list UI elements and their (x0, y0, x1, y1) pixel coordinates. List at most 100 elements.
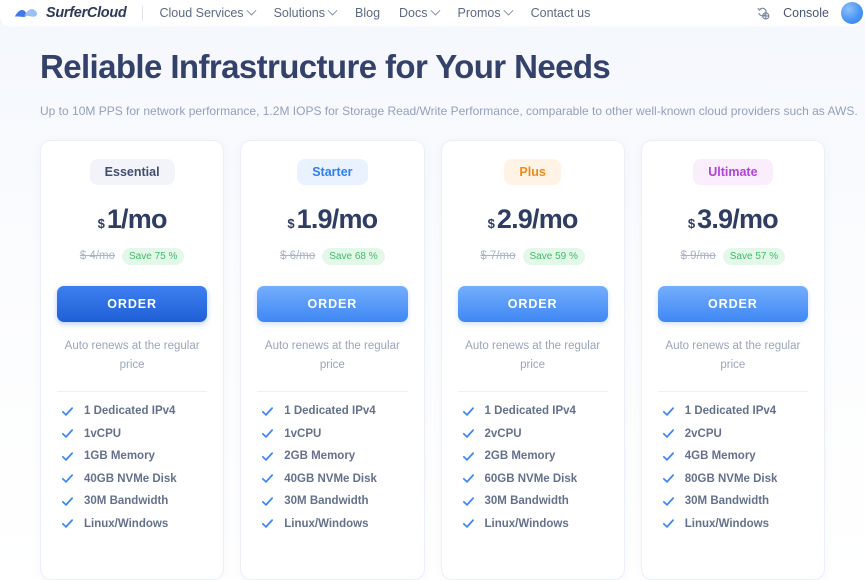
brand-logo-link[interactable]: SurferCloud (14, 5, 127, 21)
check-icon (462, 405, 475, 418)
save-badge: Save 75 % (122, 247, 185, 265)
currency-symbol: $ (687, 215, 696, 231)
list-item: 2vCPU (462, 427, 608, 440)
save-badge: Save 59 % (522, 247, 585, 265)
old-price: $ 6/mo (280, 250, 316, 263)
price-amount: 3.9/mo (697, 203, 779, 234)
check-icon (462, 450, 475, 463)
feature-label: 30M Bandwidth (484, 495, 569, 508)
currency-symbol: $ (97, 215, 105, 231)
feature-label: 2GB Memory (484, 450, 556, 463)
feature-label: 60GB NVMe Disk (484, 472, 578, 485)
plan-badge: Starter (297, 158, 368, 185)
page-title: Reliable Infrastructure for Your Needs (40, 48, 611, 85)
plan-discount-row: $ 4/mo Save 75 % (79, 247, 185, 265)
list-item: 40GB NVMe Disk (61, 472, 207, 485)
check-icon (61, 472, 74, 485)
feature-label: 30M Bandwidth (284, 495, 369, 508)
save-badge: Save 57 % (722, 247, 786, 265)
plan-price: $ 1.9/mo (287, 203, 379, 235)
pricing-cards: Essential $ 1/mo $ 4/mo Save 75 % ORDER … (0, 120, 865, 580)
nav-item-cloud-services[interactable]: Cloud Services (159, 5, 257, 20)
list-item: Linux/Windows (61, 517, 207, 530)
check-icon (462, 427, 475, 440)
hero-section: Reliable Infrastructure for Your Needs U… (0, 26, 865, 120)
nav-item-label: Solutions (273, 6, 325, 20)
check-icon (462, 472, 475, 485)
check-icon (61, 495, 74, 508)
nav-item-contact-us[interactable]: Contact us (531, 6, 591, 20)
order-button[interactable]: ORDER (657, 285, 808, 322)
old-price: $ 4/mo (79, 250, 116, 263)
feature-label: Linux/Windows (684, 517, 769, 530)
plan-price: $ 2.9/mo (487, 204, 579, 235)
list-item: Linux/Windows (261, 517, 407, 530)
auto-renew-note: Auto renews at the regular price (64, 339, 200, 371)
order-button[interactable]: ORDER (57, 285, 208, 322)
list-item: 30M Bandwidth (261, 495, 407, 508)
feature-label: 30M Bandwidth (684, 495, 770, 508)
nav-item-docs[interactable]: Docs (399, 5, 440, 20)
auto-renew-note: Auto renews at the regular price (665, 339, 801, 371)
currency-symbol: $ (287, 215, 295, 231)
chevron-down-icon (503, 5, 514, 16)
feature-label: Linux/Windows (484, 517, 569, 530)
feature-list: 1 Dedicated IPv4 1vCPU 2GB Memory 40GB N… (257, 405, 407, 531)
check-icon (261, 517, 274, 530)
plan-price: $ 3.9/mo (687, 203, 779, 235)
list-item: 30M Bandwidth (61, 495, 207, 508)
feature-list: 1 Dedicated IPv4 2vCPU 4GB Memory 80GB N… (658, 405, 808, 531)
old-price: $ 7/mo (480, 250, 516, 263)
list-item: 60GB NVMe Disk (462, 472, 608, 485)
check-icon (61, 517, 74, 530)
brand-name: SurferCloud (46, 5, 127, 21)
card-divider (457, 390, 608, 392)
nav-item-promos[interactable]: Promos (458, 5, 514, 20)
nav-item-label: Blog (355, 6, 381, 20)
check-icon (662, 427, 675, 440)
list-item: 1vCPU (261, 427, 407, 440)
check-icon (462, 495, 475, 508)
console-link[interactable]: Console (783, 6, 829, 20)
price-amount: 1.9/mo (296, 203, 379, 234)
feature-label: 1 Dedicated IPv4 (684, 405, 777, 418)
list-item: 80GB NVMe Disk (662, 472, 808, 485)
order-button[interactable]: ORDER (457, 285, 608, 322)
nav-item-label: Docs (399, 6, 428, 20)
check-icon (61, 450, 74, 463)
list-item: 1 Dedicated IPv4 (261, 405, 407, 418)
feature-list: 1 Dedicated IPv4 2vCPU 2GB Memory 60GB N… (458, 405, 608, 531)
plan-badge: Ultimate (693, 158, 773, 185)
nav-divider (142, 5, 144, 21)
check-icon (261, 450, 274, 463)
currency-symbol: $ (487, 215, 495, 231)
check-icon (261, 405, 274, 418)
order-button[interactable]: ORDER (257, 285, 408, 322)
auto-renew-note: Auto renews at the regular price (465, 339, 601, 371)
nav-item-solutions[interactable]: Solutions (273, 5, 338, 20)
plan-badge: Plus (504, 158, 561, 185)
user-avatar[interactable] (841, 2, 863, 24)
nav-right-group: Console (756, 2, 863, 24)
globe-translate-icon[interactable] (756, 6, 771, 21)
pricing-card-plus: Plus $ 2.9/mo $ 7/mo Save 59 % ORDER Aut… (440, 139, 625, 580)
feature-label: 80GB NVMe Disk (684, 472, 778, 485)
card-divider (257, 390, 408, 392)
check-icon (662, 472, 675, 485)
top-navigation-bar: SurferCloud Cloud Services Solutions Blo… (0, 0, 865, 26)
feature-label: 1 Dedicated IPv4 (484, 405, 576, 418)
feature-label: 1GB Memory (84, 450, 155, 463)
plan-price: $ 1/mo (97, 204, 168, 235)
page-subtitle: Up to 10M PPS for network performance, 1… (40, 103, 858, 118)
card-divider (57, 390, 208, 392)
nav-item-blog[interactable]: Blog (355, 6, 380, 20)
list-item: 1 Dedicated IPv4 (61, 405, 207, 418)
nav-item-label: Cloud Services (159, 6, 244, 20)
feature-label: 4GB Memory (684, 450, 756, 463)
feature-label: 40GB NVMe Disk (284, 472, 377, 485)
nav-links: Cloud Services Solutions Blog Docs Promo… (159, 5, 591, 20)
feature-label: 2vCPU (484, 427, 522, 440)
card-divider (657, 390, 808, 392)
check-icon (662, 495, 675, 508)
save-badge: Save 68 % (322, 247, 385, 265)
